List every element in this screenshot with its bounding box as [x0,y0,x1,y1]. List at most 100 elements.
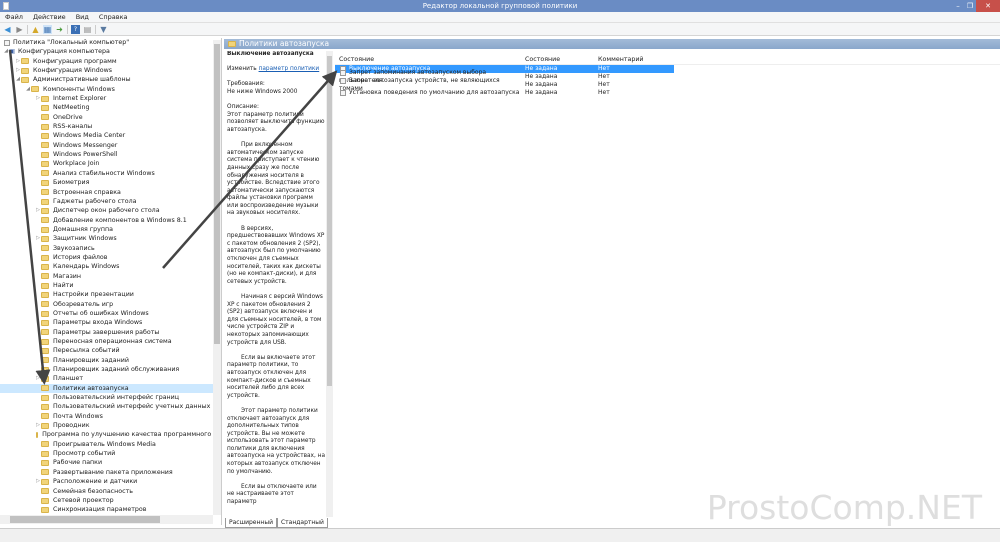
tree-item[interactable]: Обозреватель игр [0,300,221,309]
tree-item[interactable]: ▷ Диспетчер окон рабочего стола [0,206,221,215]
tree-item[interactable]: ▷ Планшет [0,374,221,383]
restore-button[interactable]: ❐ [964,0,976,12]
tree-item[interactable]: Синхронизация параметров [0,505,221,514]
tree-item[interactable]: Пользовательский интерфейс учетных данны… [0,402,221,411]
tree-item[interactable]: Параметры завершения работы [0,328,221,337]
tree-item[interactable]: Почта Windows [0,412,221,421]
description-pane: Выключение автозапуска Изменить параметр… [227,51,325,506]
tree-item[interactable]: Гаджеты рабочего стола [0,197,221,206]
folder-icon [41,282,49,289]
column-setting[interactable]: Состояние [335,54,525,64]
back-icon[interactable]: ◀ [3,25,12,34]
tree-item[interactable]: Анализ стабильности Windows [0,169,221,178]
tree-item[interactable]: Планировщик заданий [0,356,221,365]
tree-item[interactable]: Планировщик заданий обслуживания [0,365,221,374]
section-title: Политики автозапуска [239,39,330,48]
tree-program-config[interactable]: ▷ Конфигурация программ [0,57,221,66]
tree-admin-templates[interactable]: ◢ Административные шаблоны [0,75,221,84]
tree-item[interactable]: Сетевой проектор [0,496,221,505]
tree-item[interactable]: ▷ Расположение и датчики [0,477,221,486]
tree-item[interactable]: Программа по улучшению качества программ… [0,430,221,439]
tree-item-label: Планшет [53,375,84,383]
tree-item[interactable]: Windows Media Center [0,131,221,140]
tree-item-label: Анализ стабильности Windows [53,169,155,177]
list-row[interactable]: Установка поведения по умолчанию для авт… [335,89,1000,97]
tree-item[interactable]: Магазин [0,272,221,281]
app-icon [3,2,9,10]
forward-icon[interactable]: ▶ [15,25,24,34]
tree-item[interactable]: Развертывание пакета приложения [0,468,221,477]
description-scrollbar[interactable] [326,51,333,517]
tree-item-label: Планировщик заданий обслуживания [53,366,180,374]
row-comment: Нет [598,81,610,88]
tree-item[interactable]: Просмотр событий [0,449,221,458]
tree-item[interactable]: Биометрия [0,178,221,187]
list-row[interactable]: Запрет автозапуска устройств, не являющи… [335,77,1000,92]
tree-item[interactable]: NetMeeting [0,103,221,112]
tree-item[interactable]: Звукозапись [0,244,221,253]
folder-icon [41,301,49,308]
up-folder-icon[interactable]: ▲ [31,25,40,34]
tree-root[interactable]: Политика "Локальный компьютер" [0,38,221,47]
tree-item[interactable]: Отчеты об ошибках Windows [0,309,221,318]
tree-item[interactable]: Найти [0,281,221,290]
tree-item[interactable]: Настройки презентации [0,290,221,299]
filter-icon[interactable]: ▼ [99,25,108,34]
minimize-button[interactable]: – [952,0,964,12]
tree-item[interactable]: Пересылка событий [0,346,221,355]
menu-view[interactable]: Вид [76,13,89,21]
menu-action[interactable]: Действие [33,13,66,21]
tree-item[interactable]: Проигрыватель Windows Media [0,440,221,449]
tree-item-label: Сетевой проектор [53,496,114,504]
tree-item[interactable]: Windows PowerShell [0,150,221,159]
scroll-thumb[interactable] [10,516,160,523]
scroll-thumb[interactable] [214,44,220,344]
scroll-thumb[interactable] [327,56,332,386]
tree-item[interactable]: ▷ Internet Explorer [0,94,221,103]
help-icon[interactable]: ? [71,24,80,34]
tree-item[interactable]: Windows Messenger [0,141,221,150]
properties-icon[interactable]: ▤ [83,25,92,34]
tree-item[interactable]: Встроенная справка [0,188,221,197]
tree-vertical-scrollbar[interactable] [213,40,221,515]
tree-item[interactable]: Календарь Windows [0,262,221,271]
tree-item[interactable]: Переносная операционная система [0,337,221,346]
separator [67,24,68,34]
tree-item[interactable]: ▷ Защитник Windows [0,234,221,243]
export-icon[interactable]: ➜ [55,25,64,34]
list-header: Состояние Состояние Комментарий [335,54,1000,65]
tree-item[interactable]: OneDrive [0,113,221,122]
tree-computer-config[interactable]: ◢ ▣ Конфигурация компьютера [0,47,221,56]
tree-item[interactable]: Добавление компонентов в Windows 8.1 [0,216,221,225]
tree-item[interactable]: История файлов [0,253,221,262]
column-state[interactable]: Состояние [525,54,598,64]
tree-item[interactable]: RSS-каналы [0,122,221,131]
folder-icon [41,450,49,457]
tree-windows-config[interactable]: ▷ Конфигурация Windows [0,66,221,75]
tab-standard[interactable]: Стандартный [276,518,328,528]
tree-item[interactable]: Workplace Join [0,159,221,168]
tree-horizontal-scrollbar[interactable] [0,515,213,524]
tree-item-label: Политики автозапуска [53,384,129,392]
edit-policy-link[interactable]: параметр политики [259,66,320,72]
tree-item-label: Проводник [53,422,90,430]
tree-item[interactable]: Пользовательский интерфейс границ [0,393,221,402]
close-button[interactable]: ✕ [976,0,1000,12]
tree-item[interactable]: Семейная безопасность [0,487,221,496]
folder-icon [41,123,49,130]
menu-file[interactable]: Файл [5,13,23,21]
tree-item-label: Параметры завершения работы [53,328,160,336]
tree-item[interactable]: Рабочие папки [0,458,221,467]
tree-item[interactable]: Политики автозапуска [0,383,221,394]
tab-extended[interactable]: Расширенный [225,518,277,528]
tree-item[interactable]: Домашняя группа [0,225,221,234]
menu-help[interactable]: Справка [99,13,128,21]
description-text: При включенном автоматическом запуске си… [227,142,320,217]
policy-title: Выключение автозапуска [227,51,314,57]
folder-icon [41,376,49,383]
tree-item[interactable]: ▷ Проводник [0,421,221,430]
tree-item[interactable]: Параметры входа Windows [0,318,221,327]
show-tree-icon[interactable]: ▦ [43,24,52,34]
column-comment[interactable]: Комментарий [598,54,668,64]
tree-windows-components[interactable]: ◢ Компоненты Windows [0,85,221,94]
